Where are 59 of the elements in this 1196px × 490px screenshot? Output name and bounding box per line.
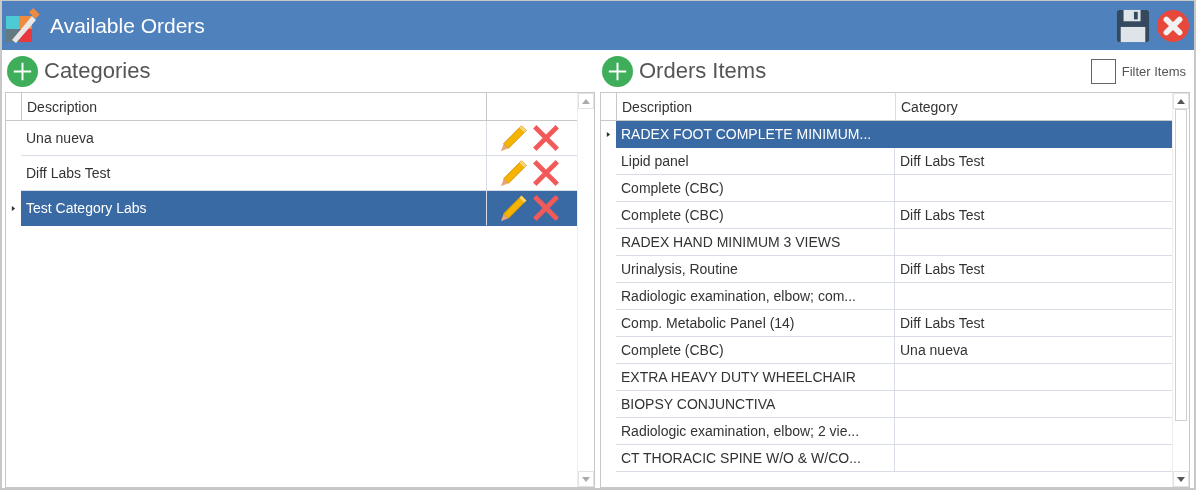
order-row[interactable]: EXTRA HEAVY DUTY WHEELCHAIR (601, 364, 1172, 391)
table-cell: Urinalysis, Routine (621, 261, 738, 277)
column-header[interactable]: Description (617, 93, 895, 120)
delete-icon[interactable] (531, 158, 561, 188)
order-row[interactable]: RADEX FOOT COMPLETE MINIMUM... (601, 121, 1172, 148)
table-cell: Diff Labs Test (900, 261, 985, 277)
delete-icon[interactable] (531, 123, 561, 153)
table-cell: Complete (CBC) (621, 342, 724, 358)
category-row[interactable]: Una nueva (6, 121, 577, 156)
table-cell: Test Category Labs (26, 200, 147, 216)
order-row[interactable]: Radiologic examination, elbow; com... (601, 283, 1172, 310)
column-header[interactable]: Description (22, 93, 486, 120)
table-cell: Diff Labs Test (900, 207, 985, 223)
table-cell: Complete (CBC) (621, 207, 724, 223)
scrollbar[interactable] (1172, 93, 1189, 487)
table-cell: Radiologic examination, elbow; 2 vie... (621, 423, 860, 439)
table-cell: Diff Labs Test (900, 153, 985, 169)
table-cell: EXTRA HEAVY DUTY WHEELCHAIR (621, 369, 856, 385)
order-row[interactable]: BIOPSY CONJUNCTIVA (601, 391, 1172, 418)
filter-label: Filter Items (1121, 63, 1186, 79)
order-row[interactable]: Lipid panel Diff Labs Test (601, 148, 1172, 175)
table-cell: Diff Labs Test (26, 165, 111, 181)
order-row[interactable]: Complete (CBC) (601, 175, 1172, 202)
current-row-icon (11, 205, 16, 212)
scroll-thumb[interactable] (1175, 109, 1187, 421)
order-row[interactable]: Complete (CBC) Una nueva (601, 337, 1172, 364)
order-row[interactable]: RADEX HAND MINIMUM 3 VIEWS (601, 229, 1172, 256)
order-row[interactable]: Comp. Metabolic Panel (14) Diff Labs Test (601, 310, 1172, 337)
order-row[interactable]: Radiologic examination, elbow; 2 vie... (601, 418, 1172, 445)
table-cell: BIOPSY CONJUNCTIVA (621, 396, 776, 412)
close-icon[interactable] (1156, 8, 1190, 43)
table-cell: CT THORACIC SPINE W/O & W/CO... (621, 450, 861, 466)
delete-icon[interactable] (531, 193, 561, 223)
scroll-down-icon[interactable] (1177, 476, 1185, 482)
order-row[interactable]: CT THORACIC SPINE W/O & W/CO... (601, 445, 1172, 472)
save-icon[interactable] (1116, 8, 1150, 43)
add-icon[interactable] (7, 55, 38, 87)
scroll-up-icon[interactable] (1177, 98, 1185, 104)
add-icon[interactable] (602, 55, 633, 87)
edit-icon[interactable] (499, 158, 529, 188)
table-cell: Comp. Metabolic Panel (14) (621, 315, 795, 331)
column-header[interactable]: Category (895, 93, 1172, 120)
order-row[interactable]: Complete (CBC) Diff Labs Test (601, 202, 1172, 229)
filter-checkbox[interactable] (1090, 58, 1116, 84)
current-row-icon (606, 131, 611, 138)
table-cell: RADEX FOOT COMPLETE MINIMUM... (621, 126, 872, 142)
table-cell: Complete (CBC) (621, 180, 724, 196)
edit-icon[interactable] (499, 123, 529, 153)
edit-icon[interactable] (499, 193, 529, 223)
table-cell: Una nueva (26, 130, 94, 146)
table-cell: Radiologic examination, elbow; com... (621, 288, 856, 304)
order-row[interactable]: Urinalysis, Routine Diff Labs Test (601, 256, 1172, 283)
section-title: Categories (44, 58, 151, 84)
section-title: Orders Items (639, 58, 767, 84)
table-cell: Diff Labs Test (900, 315, 985, 331)
table-cell: Una nueva (900, 342, 968, 358)
table-cell: Lipid panel (621, 153, 689, 169)
window-title: Available Orders (50, 13, 205, 38)
table-cell: RADEX HAND MINIMUM 3 VIEWS (621, 234, 841, 250)
